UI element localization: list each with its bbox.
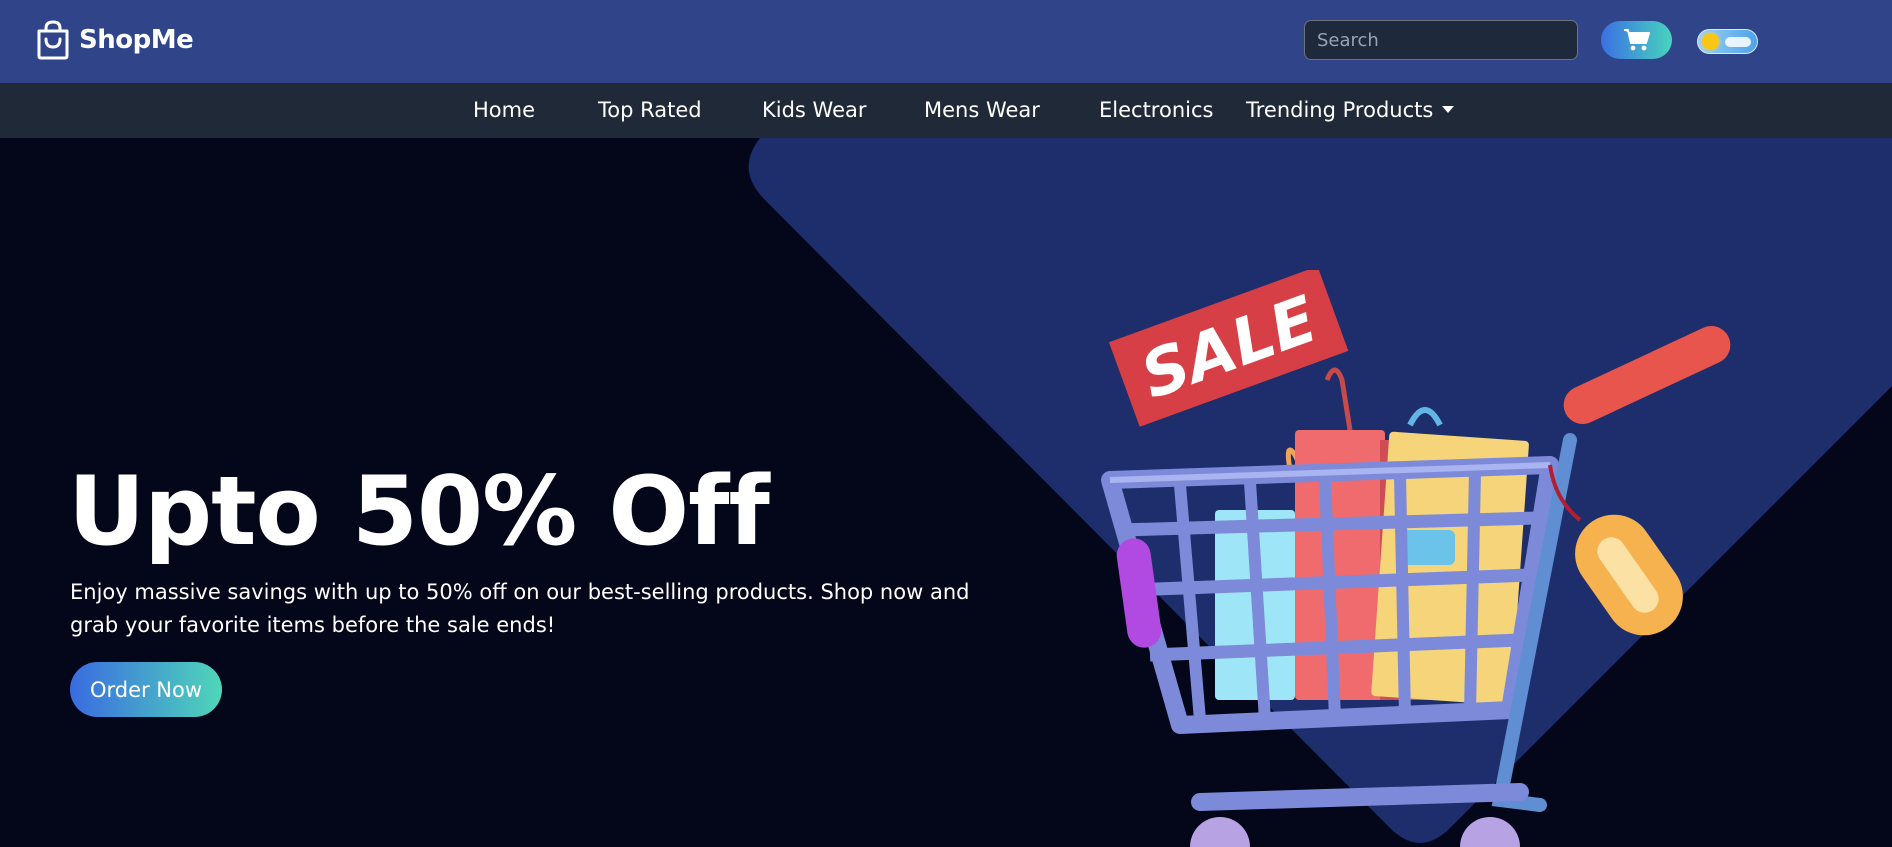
nav-item-home[interactable]: Home [473, 83, 535, 138]
nav-item-label: Top Rated [598, 98, 702, 122]
sun-icon [1702, 33, 1719, 50]
nav-item-label: Electronics [1099, 98, 1214, 122]
theme-toggle[interactable] [1697, 29, 1758, 54]
nav-item-label: Mens Wear [924, 98, 1040, 122]
main-nav: Home Top Rated Kids Wear Mens Wear Elect… [0, 83, 1892, 138]
brand-logo[interactable]: ShopMe [35, 20, 194, 60]
cart-button[interactable] [1601, 21, 1672, 59]
shopping-cart-icon [1623, 29, 1650, 51]
top-bar: ShopMe [0, 0, 1892, 83]
shopping-bag-icon [37, 20, 69, 60]
nav-item-top-rated[interactable]: Top Rated [598, 83, 702, 138]
nav-item-kids-wear[interactable]: Kids Wear [762, 83, 867, 138]
nav-item-label: Trending Products [1246, 98, 1434, 122]
shopping-cart-illustration: SALE [1101, 270, 1731, 847]
nav-item-mens-wear[interactable]: Mens Wear [924, 83, 1040, 138]
nav-item-trending-products[interactable]: Trending Products [1246, 83, 1455, 138]
hero-description: Enjoy massive savings with up to 50% off… [70, 580, 970, 637]
search-input[interactable] [1304, 20, 1578, 60]
cloud-icon [1725, 37, 1751, 47]
hero-title: Upto 50% Off [68, 457, 770, 567]
nav-item-label: Kids Wear [762, 98, 867, 122]
nav-item-label: Home [473, 98, 536, 122]
order-now-button[interactable]: Order Now [70, 662, 222, 717]
nav-item-electronics[interactable]: Electronics [1099, 83, 1213, 138]
caret-down-icon [1442, 105, 1455, 113]
brand-name: ShopMe [79, 25, 194, 55]
